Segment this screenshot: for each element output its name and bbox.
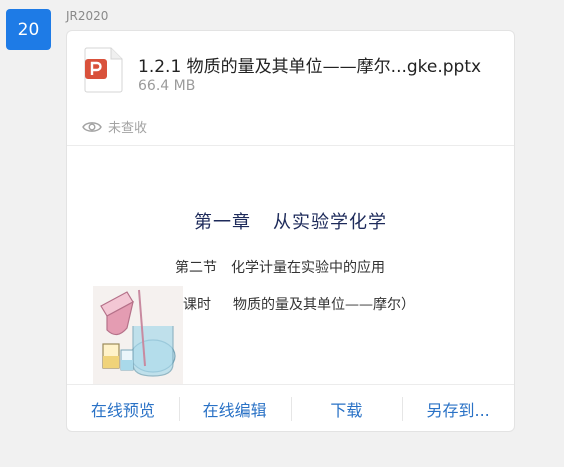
slide-lesson: 课时	[183, 297, 211, 313]
read-status-label: 未查收	[108, 121, 148, 136]
preview-online-button[interactable]: 在线预览	[67, 385, 179, 431]
chat-avatar[interactable]: 20	[6, 9, 51, 50]
download-button[interactable]: 下载	[290, 385, 403, 431]
slide-chapter: 第一章	[194, 212, 251, 233]
ppt-file-icon	[84, 47, 123, 93]
sender-name: JR2020	[66, 9, 109, 23]
file-actions-bar: 在线预览 在线编辑 下载 另存到...	[67, 385, 514, 431]
eye-icon	[82, 121, 102, 132]
file-size: 66.4 MB	[138, 78, 196, 94]
file-message-card[interactable]: 1.2.1 物质的量及其单位——摩尔...gke.pptx 66.4 MB 未查…	[66, 30, 515, 432]
file-name[interactable]: 1.2.1 物质的量及其单位——摩尔...gke.pptx	[138, 52, 504, 77]
slide-chapter-heading: 第一章 从实验学化学	[67, 208, 514, 234]
slide-section-heading: 第二节 化学计量在实验中的应用	[175, 257, 385, 277]
read-status: 未查收	[82, 117, 147, 136]
slide-chapter-title: 从实验学化学	[273, 212, 387, 233]
file-info[interactable]: 1.2.1 物质的量及其单位——摩尔...gke.pptx 66.4 MB	[83, 47, 504, 97]
edit-online-button[interactable]: 在线编辑	[178, 385, 291, 431]
slide-lesson-heading: 课时 物质的量及其单位——摩尔）	[183, 294, 415, 314]
slide-section-title: 化学计量在实验中的应用	[231, 260, 385, 276]
slide-lesson-title: 物质的量及其单位——摩尔）	[233, 297, 415, 313]
slide-preview[interactable]: 第一章 从实验学化学 第二节 化学计量在实验中的应用 课时 物质的量及其单位——摩尔）	[67, 146, 514, 384]
slide-section: 第二节	[175, 260, 217, 276]
save-as-button[interactable]: 另存到...	[402, 385, 514, 431]
lab-glassware-illustration	[93, 286, 183, 384]
